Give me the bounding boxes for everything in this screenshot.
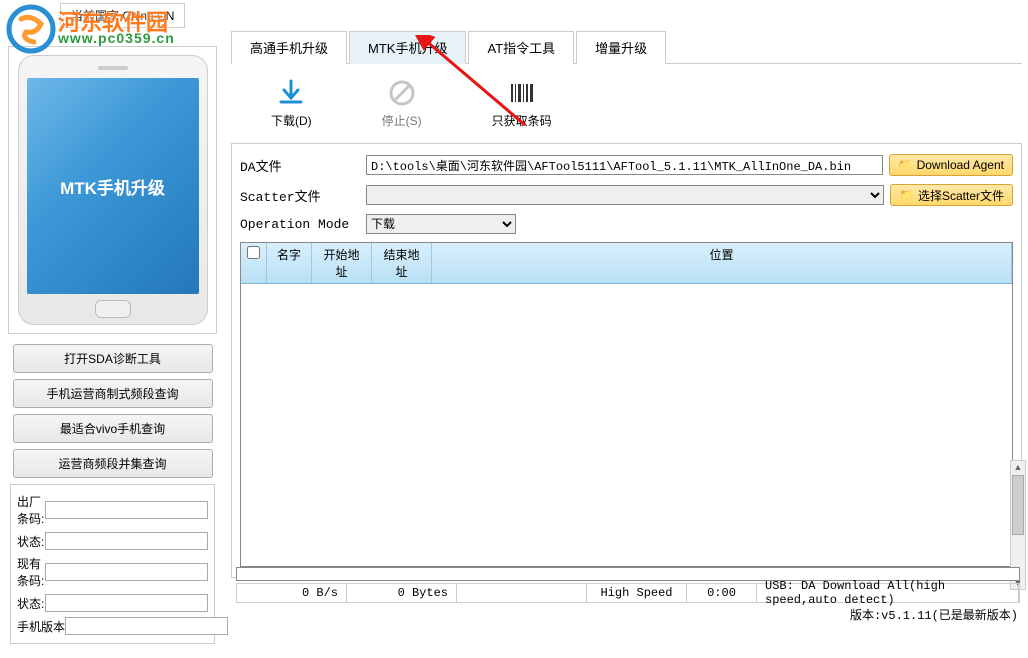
stop-icon [387, 78, 417, 108]
bottom-panel: 0 B/s 0 Bytes High Speed 0:00 USB: DA Do… [236, 567, 1020, 603]
current-barcode-input[interactable] [45, 563, 208, 581]
current-barcode-label: 现有条码: [17, 555, 45, 589]
config-area: DA文件 📁Download Agent Scatter文件 📁选择Scatte… [231, 143, 1022, 578]
tab-at[interactable]: AT指令工具 [468, 31, 574, 64]
phone-preview-frame: MTK手机升级 [8, 46, 217, 334]
right-panel: 高通手机升级 MTK手机升级 AT指令工具 增量升级 下载(D) 停止(S) 只… [225, 28, 1028, 658]
col-end: 结束地址 [372, 243, 432, 283]
phone-device: MTK手机升级 [18, 55, 208, 325]
operation-mode-select[interactable]: 下载 [366, 214, 516, 234]
status-mode: High Speed [587, 584, 687, 602]
status2-label: 状态: [17, 595, 45, 612]
status-speed: 0 B/s [237, 584, 347, 602]
download-button[interactable]: 下载(D) [271, 78, 312, 129]
vivo-query-button[interactable]: 最适合vivo手机查询 [13, 414, 213, 443]
barcode-fieldset: 出厂条码: 状态: 现有条码: 状态: 手机版本 [10, 484, 215, 644]
scatter-file-select[interactable] [366, 185, 884, 205]
tab-incremental[interactable]: 增量升级 [576, 31, 666, 64]
factory-barcode-label: 出厂条码: [17, 493, 45, 527]
tab-bar: 高通手机升级 MTK手机升级 AT指令工具 增量升级 [231, 30, 1022, 64]
col-location: 位置 [432, 243, 1012, 283]
select-all-checkbox[interactable] [247, 246, 260, 259]
barcode-icon [507, 78, 537, 108]
partition-table[interactable]: 名字 开始地址 结束地址 位置 [240, 242, 1013, 567]
da-file-input[interactable] [366, 155, 883, 175]
download-agent-button[interactable]: 📁Download Agent [889, 154, 1013, 176]
status1-input[interactable] [45, 532, 208, 550]
status-usb: USB: DA Download All(high speed,auto det… [757, 584, 1019, 602]
table-header: 名字 开始地址 结束地址 位置 [241, 243, 1012, 284]
phone-screen: MTK手机升级 [27, 78, 199, 294]
status2-input[interactable] [45, 594, 208, 612]
stop-button: 停止(S) [382, 78, 422, 129]
open-sda-button[interactable]: 打开SDA诊断工具 [13, 344, 213, 373]
status-empty [457, 584, 587, 602]
col-name: 名字 [267, 243, 312, 283]
watermark-url: www.pc0359.cn [58, 30, 175, 46]
toolbar: 下载(D) 停止(S) 只获取条码 [231, 64, 1022, 143]
download-icon [276, 78, 306, 108]
operation-mode-label: Operation Mode [240, 217, 360, 232]
status-bytes: 0 Bytes [347, 584, 457, 602]
version-label: 版本:v5.1.11(已是最新版本) [850, 606, 1018, 623]
col-start: 开始地址 [312, 243, 372, 283]
left-panel: MTK手机升级 打开SDA诊断工具 手机运营商制式频段查询 最适合vivo手机查… [0, 28, 225, 658]
status-time: 0:00 [687, 584, 757, 602]
status1-label: 状态: [17, 533, 45, 550]
da-file-label: DA文件 [240, 156, 360, 175]
carrier-band-union-button[interactable]: 运营商频段并集查询 [13, 449, 213, 478]
watermark-logo [6, 4, 56, 57]
tab-qualcomm[interactable]: 高通手机升级 [231, 31, 347, 64]
tab-mtk[interactable]: MTK手机升级 [349, 31, 466, 64]
folder-icon: 📁 [899, 188, 914, 202]
carrier-band-query-button[interactable]: 手机运营商制式频段查询 [13, 379, 213, 408]
status-bar: 0 B/s 0 Bytes High Speed 0:00 USB: DA Do… [236, 583, 1020, 603]
select-scatter-button[interactable]: 📁选择Scatter文件 [890, 184, 1013, 206]
scatter-file-label: Scatter文件 [240, 186, 360, 205]
folder-icon: 📁 [898, 158, 913, 172]
phone-version-input[interactable] [65, 617, 228, 635]
phone-version-label: 手机版本 [17, 618, 65, 635]
factory-barcode-input[interactable] [45, 501, 208, 519]
barcode-only-button[interactable]: 只获取条码 [492, 78, 552, 129]
